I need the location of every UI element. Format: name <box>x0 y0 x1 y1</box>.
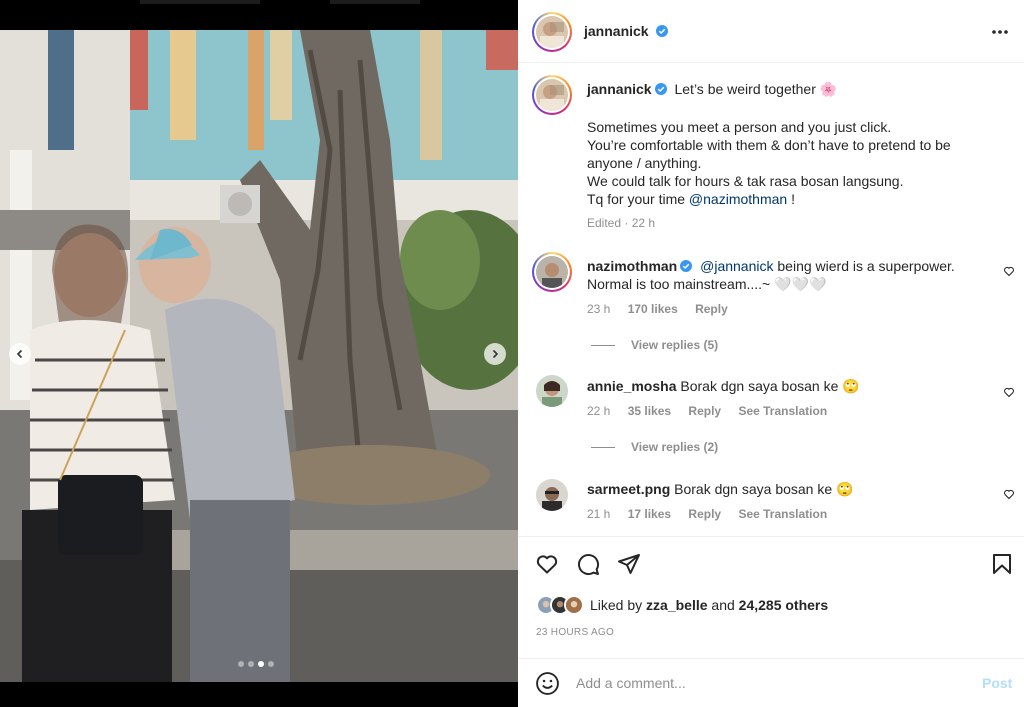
likes-summary: Liked by zza_belle and 24,285 others <box>590 597 828 613</box>
comment-reply-button[interactable]: Reply <box>695 302 728 316</box>
comment-reply-button[interactable]: Reply <box>688 507 721 521</box>
comment-time[interactable]: 22 h <box>587 404 610 418</box>
comment-reply-button[interactable]: Reply <box>688 404 721 418</box>
comment-likes[interactable]: 170 likes <box>628 302 678 316</box>
comment-text: being wierd is a superpower. <box>773 258 955 274</box>
comment-meta: 21 h 17 likes Reply See Translation <box>587 507 827 521</box>
caption-line: You’re comfortable with them & don’t hav… <box>587 137 951 153</box>
carousel-indicator <box>238 661 274 667</box>
comment-text-line2: Normal is too mainstream....~ 🤍🤍🤍 <box>587 276 827 292</box>
emoji-smile-icon[interactable] <box>535 671 560 696</box>
caption-username[interactable]: jannanick <box>587 81 652 97</box>
view-replies-label: View replies (5) <box>631 338 719 352</box>
photo-illustration <box>0 30 518 682</box>
caption-line-last: Tq for your time @nazimothman ! <box>587 190 1007 208</box>
comment-like-heart-icon[interactable] <box>1003 386 1015 398</box>
comment-text: Borak dgn saya bosan ke 🙄 <box>674 481 854 497</box>
send-paper-plane-icon[interactable] <box>617 552 641 576</box>
chevron-left-icon <box>16 349 23 359</box>
comment-likes[interactable]: 17 likes <box>628 507 671 521</box>
view-replies-label: View replies (2) <box>631 440 719 454</box>
photo-top-strip <box>0 0 518 30</box>
comment-like-heart-icon[interactable] <box>1003 488 1015 500</box>
comment-meta: 22 h 35 likes Reply See Translation <box>587 404 827 418</box>
chevron-right-icon <box>492 349 499 359</box>
liker-username[interactable]: zza_belle <box>646 597 707 613</box>
comment-time[interactable]: 23 h <box>587 302 610 316</box>
author-avatar-image <box>536 16 568 48</box>
caption-meta: Edited · 22 h <box>587 216 656 230</box>
author-avatar[interactable] <box>532 12 572 52</box>
comment-form: Add a comment... Post <box>518 658 1024 707</box>
caption-title: Let’s be weird together 🌸 <box>674 81 838 97</box>
comment-mention-link[interactable]: @jannanick <box>700 258 773 274</box>
comment-body: annie_mosha Borak dgn saya bosan ke 🙄 <box>587 377 987 395</box>
comment-avatar[interactable] <box>532 252 572 292</box>
carousel-dot <box>268 661 274 667</box>
comment-username[interactable]: nazimothman <box>587 258 677 274</box>
caption: jannanick Let’s be weird together 🌸 <box>587 80 1007 98</box>
verified-badge-icon <box>680 260 693 272</box>
action-bar: Liked by zza_belle and 24,285 others 23 … <box>518 536 1024 658</box>
view-replies-button[interactable]: View replies (5) <box>591 338 718 352</box>
post-comment-button[interactable]: Post <box>982 675 1012 691</box>
see-translation-button[interactable]: See Translation <box>738 507 827 521</box>
likes-row[interactable]: Liked by zza_belle and 24,285 others <box>536 595 828 615</box>
comment-meta: 23 h 170 likes Reply <box>587 302 728 316</box>
carousel-dot <box>248 661 254 667</box>
caption-line-text: Tq for your time <box>587 191 689 207</box>
likes-others-link[interactable]: 24,285 others <box>739 597 829 613</box>
view-replies-button[interactable]: View replies (2) <box>591 440 718 454</box>
comment-username[interactable]: annie_mosha <box>587 378 676 394</box>
caption-avatar-image <box>536 79 568 111</box>
author-username[interactable]: jannanick <box>584 23 649 39</box>
likes-middle: and <box>707 597 739 613</box>
post-timestamp[interactable]: 23 HOURS AGO <box>536 627 614 638</box>
comment-likes[interactable]: 35 likes <box>628 404 671 418</box>
see-translation-button[interactable]: See Translation <box>738 404 827 418</box>
caption-line: We could talk for hours & tak rasa bosan… <box>587 173 904 189</box>
verified-badge-icon <box>654 83 667 95</box>
comment-body: nazimothman @jannanick being wierd is a … <box>587 257 987 293</box>
heart-icon[interactable] <box>535 552 559 576</box>
comment-like-heart-icon[interactable] <box>1003 265 1015 277</box>
caption-line: Sometimes you meet a person and you just… <box>587 119 892 135</box>
post-photo[interactable] <box>0 30 518 682</box>
comment-avatar[interactable] <box>536 375 568 407</box>
header-username-wrap: jannanick <box>584 23 669 41</box>
caption-line: anyone / anything. <box>587 155 702 171</box>
carousel-dot-active <box>258 661 264 667</box>
comment-bubble-icon[interactable] <box>576 552 600 576</box>
carousel-prev-button[interactable] <box>9 343 31 365</box>
comment-body: sarmeet.png Borak dgn saya bosan ke 🙄 <box>587 480 987 498</box>
post-panel: jannanick jannanick Let’s be weird toget… <box>518 0 1024 707</box>
photo-pane <box>0 0 518 707</box>
likes-prefix: Liked by <box>590 597 647 613</box>
comment-avatar[interactable] <box>536 479 568 511</box>
caption-body: Sometimes you meet a person and you just… <box>587 118 1007 208</box>
more-horizontal-icon[interactable] <box>990 22 1010 42</box>
verified-badge-icon <box>656 25 669 37</box>
liker-avatar <box>564 595 584 615</box>
caption-author-avatar[interactable] <box>532 75 572 115</box>
comment-avatar-image <box>536 256 568 288</box>
carousel-dot <box>238 661 244 667</box>
comment-time[interactable]: 21 h <box>587 507 610 521</box>
add-comment-input[interactable]: Add a comment... <box>576 675 686 691</box>
comment-username[interactable]: sarmeet.png <box>587 481 670 497</box>
post-header: jannanick <box>518 0 1024 63</box>
caption-end: ! <box>787 191 795 207</box>
bookmark-icon[interactable] <box>990 552 1014 576</box>
comment-text: Borak dgn saya bosan ke 🙄 <box>680 378 860 394</box>
caption-mention-link[interactable]: @nazimothman <box>689 191 787 207</box>
carousel-next-button[interactable] <box>484 343 506 365</box>
